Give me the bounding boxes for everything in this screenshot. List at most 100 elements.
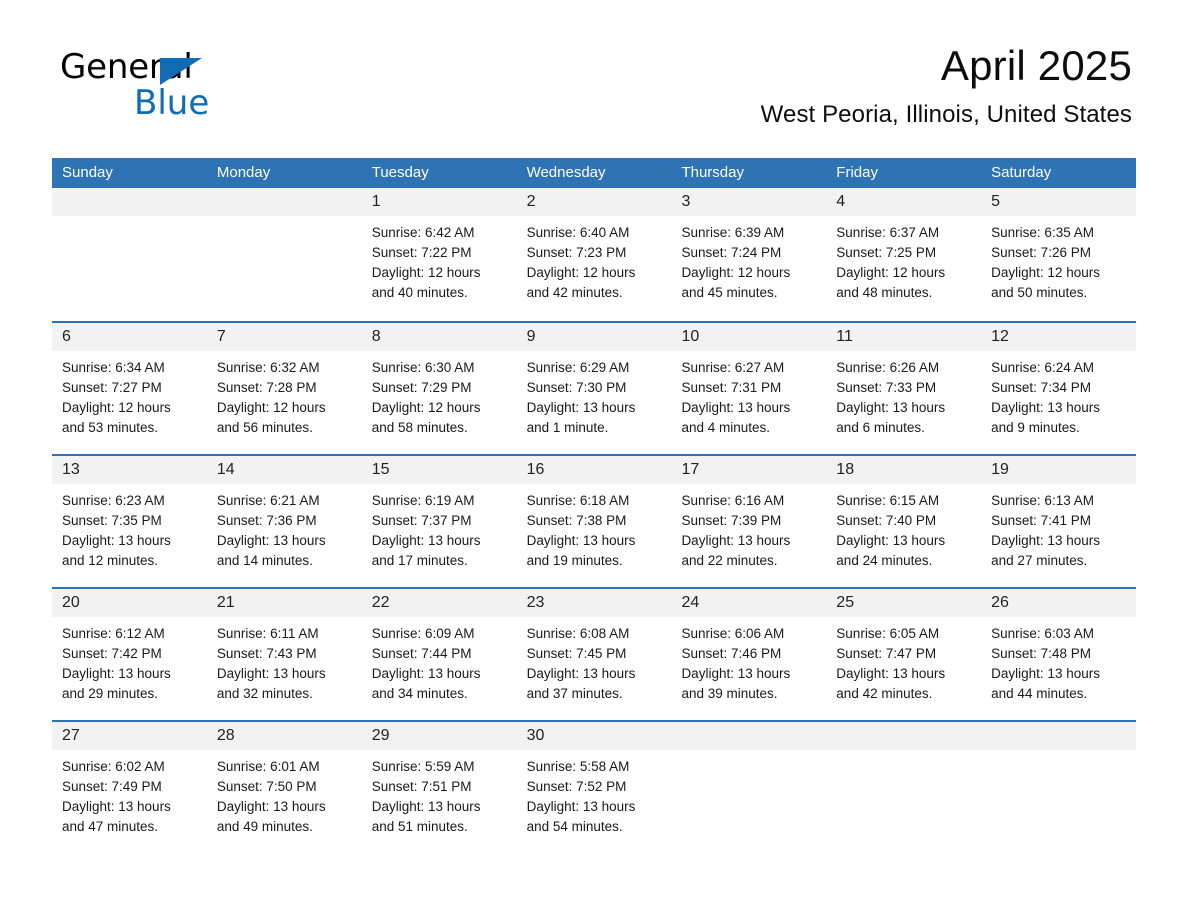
day-detail-block: Sunrise: 6:21 AM Sunset: 7:36 PM Daylight:… xyxy=(207,484,362,571)
sunset-text: Sunset: 7:41 PM xyxy=(991,513,1091,528)
calendar-day-cell-empty xyxy=(52,188,207,321)
calendar-weeks: 1 Sunrise: 6:42 AM Sunset: 7:22 PM Daylight… xyxy=(52,188,1137,853)
calendar-day-cell[interactable]: 11 Sunrise: 6:26 AM Sunset: 7:33 PM Dayligh… xyxy=(826,323,982,454)
sunrise-text: Sunrise: 6:30 AM xyxy=(371,360,475,375)
calendar-day-cell[interactable]: 14 Sunrise: 6:21 AM Sunset: 7:36 PM Dayligh… xyxy=(206,456,362,587)
calendar-day-cell[interactable]: 4 Sunrise: 6:37 AM Sunset: 7:25 PM Daylight… xyxy=(826,188,982,321)
day-detail-block: Sunrise: 6:16 AM Sunset: 7:39 PM Daylight:… xyxy=(671,484,826,571)
sunrise-text: Sunrise: 6:03 AM xyxy=(991,626,1094,641)
calendar-day-cell[interactable]: 5 Sunrise: 6:35 AM Sunset: 7:26 PM Daylight… xyxy=(981,188,1137,321)
calendar-week-row: 1 Sunrise: 6:42 AM Sunset: 7:22 PM Daylight… xyxy=(52,188,1137,321)
calendar-day-cell[interactable]: 8 Sunrise: 6:30 AM Sunset: 7:29 PM Daylight… xyxy=(361,323,517,454)
calendar-day-cell[interactable]: 10 Sunrise: 6:27 AM Sunset: 7:31 PM Dayligh… xyxy=(671,323,827,454)
weekday-header-monday: Monday xyxy=(216,164,271,181)
calendar-day-cell[interactable]: 1 Sunrise: 6:42 AM Sunset: 7:22 PM Daylight… xyxy=(361,188,517,321)
day-detail-block: Sunrise: 6:18 AM Sunset: 7:38 PM Daylight:… xyxy=(517,484,672,571)
sunset-text: Sunset: 7:43 PM xyxy=(216,646,317,661)
calendar-day-cell[interactable]: 22 Sunrise: 6:09 AM Sunset: 7:44 PM Dayligh… xyxy=(361,589,517,720)
calendar-week-row: 6 Sunrise: 6:34 AM Sunset: 7:27 PM Daylight… xyxy=(52,321,1137,454)
calendar-day-cell[interactable]: 15 Sunrise: 6:19 AM Sunset: 7:37 PM Dayligh… xyxy=(361,456,517,587)
calendar-day-cell-empty xyxy=(206,188,362,321)
sunset-text: Sunset: 7:24 PM xyxy=(681,245,782,260)
daylight-text-line2: and 29 minutes. xyxy=(62,686,159,701)
day-number-bar: 30 xyxy=(516,722,672,750)
sunset-text: Sunset: 7:51 PM xyxy=(371,779,472,794)
day-number: 21 xyxy=(216,594,235,611)
day-number-bar xyxy=(206,188,362,216)
calendar-day-cell[interactable]: 2 Sunrise: 6:40 AM Sunset: 7:23 PM Daylight… xyxy=(516,188,672,321)
day-detail-block: Sunrise: 6:27 AM Sunset: 7:31 PM Daylight:… xyxy=(671,351,826,438)
daylight-text-line1: Daylight: 13 hours xyxy=(371,799,481,814)
logo-text-blue: Blue xyxy=(134,83,210,123)
calendar-day-cell[interactable]: 16 Sunrise: 6:18 AM Sunset: 7:38 PM Dayligh… xyxy=(516,456,672,587)
day-number-bar: 17 xyxy=(671,456,827,484)
daylight-text-line1: Daylight: 13 hours xyxy=(371,666,481,681)
day-detail-block: Sunrise: 6:06 AM Sunset: 7:46 PM Daylight:… xyxy=(671,617,826,704)
daylight-text-line1: Daylight: 12 hours xyxy=(62,400,171,415)
calendar-day-cell[interactable]: 23 Sunrise: 6:08 AM Sunset: 7:45 PM Dayligh… xyxy=(516,589,672,720)
sunrise-text: Sunrise: 6:11 AM xyxy=(216,626,319,641)
day-number: 28 xyxy=(216,727,235,744)
day-number: 5 xyxy=(991,193,1001,210)
day-number: 20 xyxy=(62,594,80,611)
calendar-day-cell[interactable]: 20 Sunrise: 6:12 AM Sunset: 7:42 PM Dayligh… xyxy=(52,589,207,720)
calendar-day-cell[interactable]: 3 Sunrise: 6:39 AM Sunset: 7:24 PM Daylight… xyxy=(671,188,827,321)
day-number: 27 xyxy=(62,727,80,744)
day-number-bar: 7 xyxy=(206,323,362,351)
daylight-text-line1: Daylight: 13 hours xyxy=(681,666,791,681)
calendar-day-cell[interactable]: 27 Sunrise: 6:02 AM Sunset: 7:49 PM Dayligh… xyxy=(52,722,207,853)
day-detail-block: Sunrise: 6:09 AM Sunset: 7:44 PM Daylight:… xyxy=(362,617,517,704)
sunset-text: Sunset: 7:34 PM xyxy=(991,380,1091,395)
calendar-day-cell-empty xyxy=(671,722,827,853)
daylight-text-line2: and 32 minutes. xyxy=(216,686,313,701)
calendar-day-cell[interactable]: 19 Sunrise: 6:13 AM Sunset: 7:41 PM Dayligh… xyxy=(981,456,1137,587)
day-number: 7 xyxy=(216,328,226,345)
day-number: 19 xyxy=(991,461,1009,478)
calendar-day-cell[interactable]: 6 Sunrise: 6:34 AM Sunset: 7:27 PM Daylight… xyxy=(52,323,207,454)
daylight-text-line1: Daylight: 13 hours xyxy=(991,400,1100,415)
calendar-day-cell[interactable]: 17 Sunrise: 6:16 AM Sunset: 7:39 PM Dayligh… xyxy=(671,456,827,587)
daylight-text-line1: Daylight: 13 hours xyxy=(526,799,636,814)
daylight-text-line2: and 45 minutes. xyxy=(681,285,778,300)
daylight-text-line2: and 6 minutes. xyxy=(836,420,925,435)
calendar-day-cell[interactable]: 25 Sunrise: 6:05 AM Sunset: 7:47 PM Dayligh… xyxy=(826,589,982,720)
daylight-text-line1: Daylight: 13 hours xyxy=(991,533,1100,548)
sunset-text: Sunset: 7:52 PM xyxy=(526,779,627,794)
day-number-bar: 25 xyxy=(826,589,982,617)
daylight-text-line2: and 12 minutes. xyxy=(62,553,159,568)
day-detail-block: Sunrise: 6:26 AM Sunset: 7:33 PM Daylight:… xyxy=(826,351,981,438)
calendar-day-cell[interactable]: 30 Sunrise: 5:58 AM Sunset: 7:52 PM Dayligh… xyxy=(516,722,672,853)
calendar-day-cell[interactable]: 29 Sunrise: 5:59 AM Sunset: 7:51 PM Dayligh… xyxy=(361,722,517,853)
calendar-day-cell-empty xyxy=(826,722,982,853)
daylight-text-line1: Daylight: 13 hours xyxy=(216,799,326,814)
calendar-day-cell[interactable]: 26 Sunrise: 6:03 AM Sunset: 7:48 PM Dayligh… xyxy=(981,589,1137,720)
sunset-text: Sunset: 7:23 PM xyxy=(526,245,627,260)
sunrise-text: Sunrise: 6:39 AM xyxy=(681,225,785,240)
daylight-text-line2: and 54 minutes. xyxy=(526,819,623,834)
calendar-day-cell[interactable]: 7 Sunrise: 6:32 AM Sunset: 7:28 PM Daylight… xyxy=(206,323,362,454)
daylight-text-line2: and 1 minute. xyxy=(526,420,609,435)
sunset-text: Sunset: 7:46 PM xyxy=(681,646,782,661)
weekday-header-thursday: Thursday xyxy=(681,164,744,181)
day-number: 6 xyxy=(62,328,71,345)
calendar-page: General Blue April 2025 West Peoria, Ill… xyxy=(0,0,1188,918)
day-number-bar: 3 xyxy=(671,188,827,216)
calendar-day-cell-empty xyxy=(981,722,1137,853)
daylight-text-line1: Daylight: 13 hours xyxy=(836,533,946,548)
general-blue-logo[interactable]: General Blue xyxy=(60,50,320,136)
day-number-bar: 24 xyxy=(671,589,827,617)
daylight-text-line1: Daylight: 12 hours xyxy=(991,265,1100,280)
calendar-day-cell[interactable]: 28 Sunrise: 6:01 AM Sunset: 7:50 PM Dayligh… xyxy=(206,722,362,853)
day-number: 10 xyxy=(681,328,700,345)
daylight-text-line2: and 48 minutes. xyxy=(836,285,933,300)
calendar-day-cell[interactable]: 12 Sunrise: 6:24 AM Sunset: 7:34 PM Dayligh… xyxy=(981,323,1137,454)
sunrise-text: Sunrise: 6:42 AM xyxy=(371,225,475,240)
calendar-day-cell[interactable]: 9 Sunrise: 6:29 AM Sunset: 7:30 PM Daylight… xyxy=(516,323,672,454)
calendar-day-cell[interactable]: 21 Sunrise: 6:11 AM Sunset: 7:43 PM Dayligh… xyxy=(206,589,362,720)
weekday-header-friday: Friday xyxy=(836,164,878,181)
calendar-day-cell[interactable]: 24 Sunrise: 6:06 AM Sunset: 7:46 PM Dayligh… xyxy=(671,589,827,720)
daylight-text-line1: Daylight: 13 hours xyxy=(526,400,636,415)
calendar-day-cell[interactable]: 13 Sunrise: 6:23 AM Sunset: 7:35 PM Dayligh… xyxy=(52,456,207,587)
calendar-day-cell[interactable]: 18 Sunrise: 6:15 AM Sunset: 7:40 PM Dayligh… xyxy=(826,456,982,587)
daylight-text-line1: Daylight: 13 hours xyxy=(216,533,326,548)
